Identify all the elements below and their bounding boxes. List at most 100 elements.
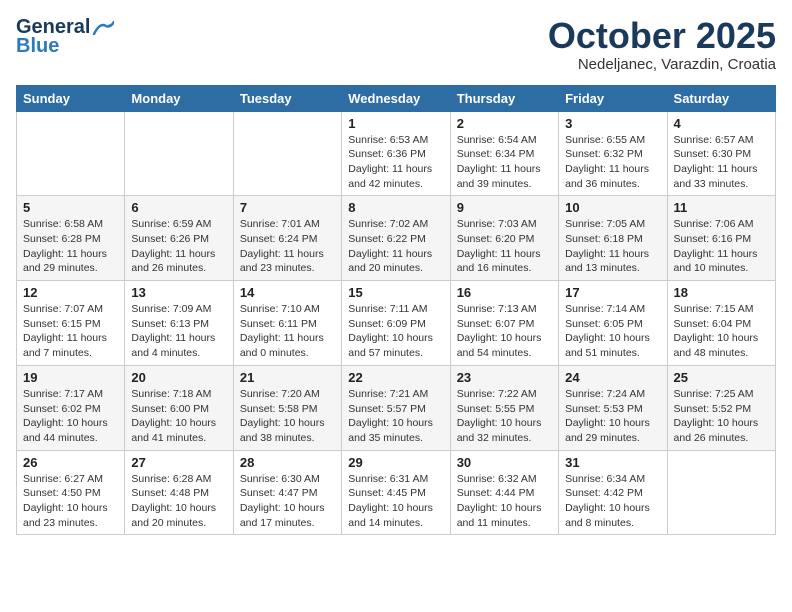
day-number: 14	[240, 285, 335, 300]
day-number: 19	[23, 370, 118, 385]
day-info: Sunrise: 6:31 AM Sunset: 4:45 PM Dayligh…	[348, 472, 443, 531]
day-number: 6	[131, 200, 226, 215]
day-number: 20	[131, 370, 226, 385]
calendar-cell: 17 Sunrise: 7:14 AM Sunset: 6:05 PM Dayli…	[559, 281, 667, 366]
day-info: Sunrise: 7:03 AM Sunset: 6:20 PM Dayligh…	[457, 217, 552, 276]
day-info: Sunrise: 6:59 AM Sunset: 6:26 PM Dayligh…	[131, 217, 226, 276]
logo-blue: Blue	[16, 35, 59, 58]
location: Nedeljanec, Varazdin, Croatia	[548, 56, 776, 73]
month-title: October 2025	[548, 16, 776, 56]
day-info: Sunrise: 7:11 AM Sunset: 6:09 PM Dayligh…	[348, 302, 443, 361]
calendar-cell	[125, 111, 233, 196]
day-number: 26	[23, 455, 118, 470]
day-info: Sunrise: 7:09 AM Sunset: 6:13 PM Dayligh…	[131, 302, 226, 361]
day-info: Sunrise: 6:58 AM Sunset: 6:28 PM Dayligh…	[23, 217, 118, 276]
calendar-cell: 26Sunrise: 6:27 AM Sunset: 4:50 PM Dayli…	[17, 450, 125, 535]
day-number: 15	[348, 285, 443, 300]
day-number: 10	[565, 200, 660, 215]
calendar-week-3: 12 Sunrise: 7:07 AM Sunset: 6:15 PM Dayli…	[17, 281, 776, 366]
calendar-cell: 7Sunrise: 7:01 AM Sunset: 6:24 PM Daylig…	[233, 196, 341, 281]
calendar-cell: 16 Sunrise: 7:13 AM Sunset: 6:07 PM Dayli…	[450, 281, 558, 366]
calendar-cell	[233, 111, 341, 196]
day-info: Sunrise: 7:21 AM Sunset: 5:57 PM Dayligh…	[348, 387, 443, 446]
calendar-cell: 21Sunrise: 7:20 AM Sunset: 5:58 PM Dayli…	[233, 365, 341, 450]
day-number: 9	[457, 200, 552, 215]
day-number: 5	[23, 200, 118, 215]
day-info: Sunrise: 7:24 AM Sunset: 5:53 PM Dayligh…	[565, 387, 660, 446]
calendar-cell: 31Sunrise: 6:34 AM Sunset: 4:42 PM Dayli…	[559, 450, 667, 535]
calendar-week-5: 26Sunrise: 6:27 AM Sunset: 4:50 PM Dayli…	[17, 450, 776, 535]
day-number: 13	[131, 285, 226, 300]
day-info: Sunrise: 7:02 AM Sunset: 6:22 PM Dayligh…	[348, 217, 443, 276]
day-info: Sunrise: 6:57 AM Sunset: 6:30 PM Dayligh…	[674, 133, 769, 192]
calendar-cell: 1 Sunrise: 6:53 AM Sunset: 6:36 PM Daylig…	[342, 111, 450, 196]
day-info: Sunrise: 7:20 AM Sunset: 5:58 PM Dayligh…	[240, 387, 335, 446]
weekday-header-sunday: Sunday	[17, 85, 125, 111]
day-info: Sunrise: 7:10 AM Sunset: 6:11 PM Dayligh…	[240, 302, 335, 361]
day-number: 18	[674, 285, 769, 300]
day-number: 3	[565, 116, 660, 131]
calendar-week-2: 5 Sunrise: 6:58 AM Sunset: 6:28 PM Daylig…	[17, 196, 776, 281]
calendar-cell: 18Sunrise: 7:15 AM Sunset: 6:04 PM Dayli…	[667, 281, 775, 366]
calendar-cell: 15 Sunrise: 7:11 AM Sunset: 6:09 PM Dayli…	[342, 281, 450, 366]
calendar-week-4: 19Sunrise: 7:17 AM Sunset: 6:02 PM Dayli…	[17, 365, 776, 450]
weekday-header-saturday: Saturday	[667, 85, 775, 111]
day-number: 28	[240, 455, 335, 470]
day-info: Sunrise: 7:22 AM Sunset: 5:55 PM Dayligh…	[457, 387, 552, 446]
day-info: Sunrise: 7:18 AM Sunset: 6:00 PM Dayligh…	[131, 387, 226, 446]
day-number: 16	[457, 285, 552, 300]
day-number: 27	[131, 455, 226, 470]
day-number: 31	[565, 455, 660, 470]
day-number: 11	[674, 200, 769, 215]
logo-bird-icon	[92, 20, 114, 36]
day-info: Sunrise: 6:53 AM Sunset: 6:36 PM Dayligh…	[348, 133, 443, 192]
calendar-cell: 2Sunrise: 6:54 AM Sunset: 6:34 PM Daylig…	[450, 111, 558, 196]
day-number: 12	[23, 285, 118, 300]
day-number: 23	[457, 370, 552, 385]
calendar-cell: 29 Sunrise: 6:31 AM Sunset: 4:45 PM Dayli…	[342, 450, 450, 535]
day-info: Sunrise: 6:54 AM Sunset: 6:34 PM Dayligh…	[457, 133, 552, 192]
day-number: 1	[348, 116, 443, 131]
day-info: Sunrise: 6:32 AM Sunset: 4:44 PM Dayligh…	[457, 472, 552, 531]
calendar-cell: 28 Sunrise: 6:30 AM Sunset: 4:47 PM Dayli…	[233, 450, 341, 535]
calendar-cell: 23 Sunrise: 7:22 AM Sunset: 5:55 PM Dayli…	[450, 365, 558, 450]
calendar-cell: 11 Sunrise: 7:06 AM Sunset: 6:16 PM Dayli…	[667, 196, 775, 281]
day-info: Sunrise: 7:14 AM Sunset: 6:05 PM Dayligh…	[565, 302, 660, 361]
calendar-cell: 22 Sunrise: 7:21 AM Sunset: 5:57 PM Dayli…	[342, 365, 450, 450]
day-info: Sunrise: 7:05 AM Sunset: 6:18 PM Dayligh…	[565, 217, 660, 276]
day-number: 17	[565, 285, 660, 300]
calendar-cell: 19Sunrise: 7:17 AM Sunset: 6:02 PM Dayli…	[17, 365, 125, 450]
calendar-cell: 8 Sunrise: 7:02 AM Sunset: 6:22 PM Daylig…	[342, 196, 450, 281]
calendar-cell	[17, 111, 125, 196]
calendar-cell: 20 Sunrise: 7:18 AM Sunset: 6:00 PM Dayli…	[125, 365, 233, 450]
day-number: 29	[348, 455, 443, 470]
calendar-cell: 12 Sunrise: 7:07 AM Sunset: 6:15 PM Dayli…	[17, 281, 125, 366]
calendar-cell: 4Sunrise: 6:57 AM Sunset: 6:30 PM Daylig…	[667, 111, 775, 196]
weekday-header-tuesday: Tuesday	[233, 85, 341, 111]
calendar-week-1: 1 Sunrise: 6:53 AM Sunset: 6:36 PM Daylig…	[17, 111, 776, 196]
day-info: Sunrise: 6:30 AM Sunset: 4:47 PM Dayligh…	[240, 472, 335, 531]
weekday-header-monday: Monday	[125, 85, 233, 111]
calendar-cell: 14 Sunrise: 7:10 AM Sunset: 6:11 PM Dayli…	[233, 281, 341, 366]
day-info: Sunrise: 7:06 AM Sunset: 6:16 PM Dayligh…	[674, 217, 769, 276]
calendar-table: SundayMondayTuesdayWednesdayThursdayFrid…	[16, 85, 776, 536]
day-number: 30	[457, 455, 552, 470]
day-number: 8	[348, 200, 443, 215]
day-number: 22	[348, 370, 443, 385]
calendar-cell	[667, 450, 775, 535]
weekday-header-thursday: Thursday	[450, 85, 558, 111]
day-info: Sunrise: 7:25 AM Sunset: 5:52 PM Dayligh…	[674, 387, 769, 446]
weekday-header-friday: Friday	[559, 85, 667, 111]
day-info: Sunrise: 7:13 AM Sunset: 6:07 PM Dayligh…	[457, 302, 552, 361]
calendar-cell: 5 Sunrise: 6:58 AM Sunset: 6:28 PM Daylig…	[17, 196, 125, 281]
day-info: Sunrise: 7:01 AM Sunset: 6:24 PM Dayligh…	[240, 217, 335, 276]
logo: General Blue	[16, 16, 114, 58]
day-info: Sunrise: 6:55 AM Sunset: 6:32 PM Dayligh…	[565, 133, 660, 192]
calendar-cell: 3 Sunrise: 6:55 AM Sunset: 6:32 PM Daylig…	[559, 111, 667, 196]
title-block: October 2025 Nedeljanec, Varazdin, Croat…	[548, 16, 776, 73]
calendar-cell: 10 Sunrise: 7:05 AM Sunset: 6:18 PM Dayli…	[559, 196, 667, 281]
day-info: Sunrise: 7:07 AM Sunset: 6:15 PM Dayligh…	[23, 302, 118, 361]
calendar-cell: 25Sunrise: 7:25 AM Sunset: 5:52 PM Dayli…	[667, 365, 775, 450]
calendar-cell: 27Sunrise: 6:28 AM Sunset: 4:48 PM Dayli…	[125, 450, 233, 535]
calendar-cell: 6 Sunrise: 6:59 AM Sunset: 6:26 PM Daylig…	[125, 196, 233, 281]
